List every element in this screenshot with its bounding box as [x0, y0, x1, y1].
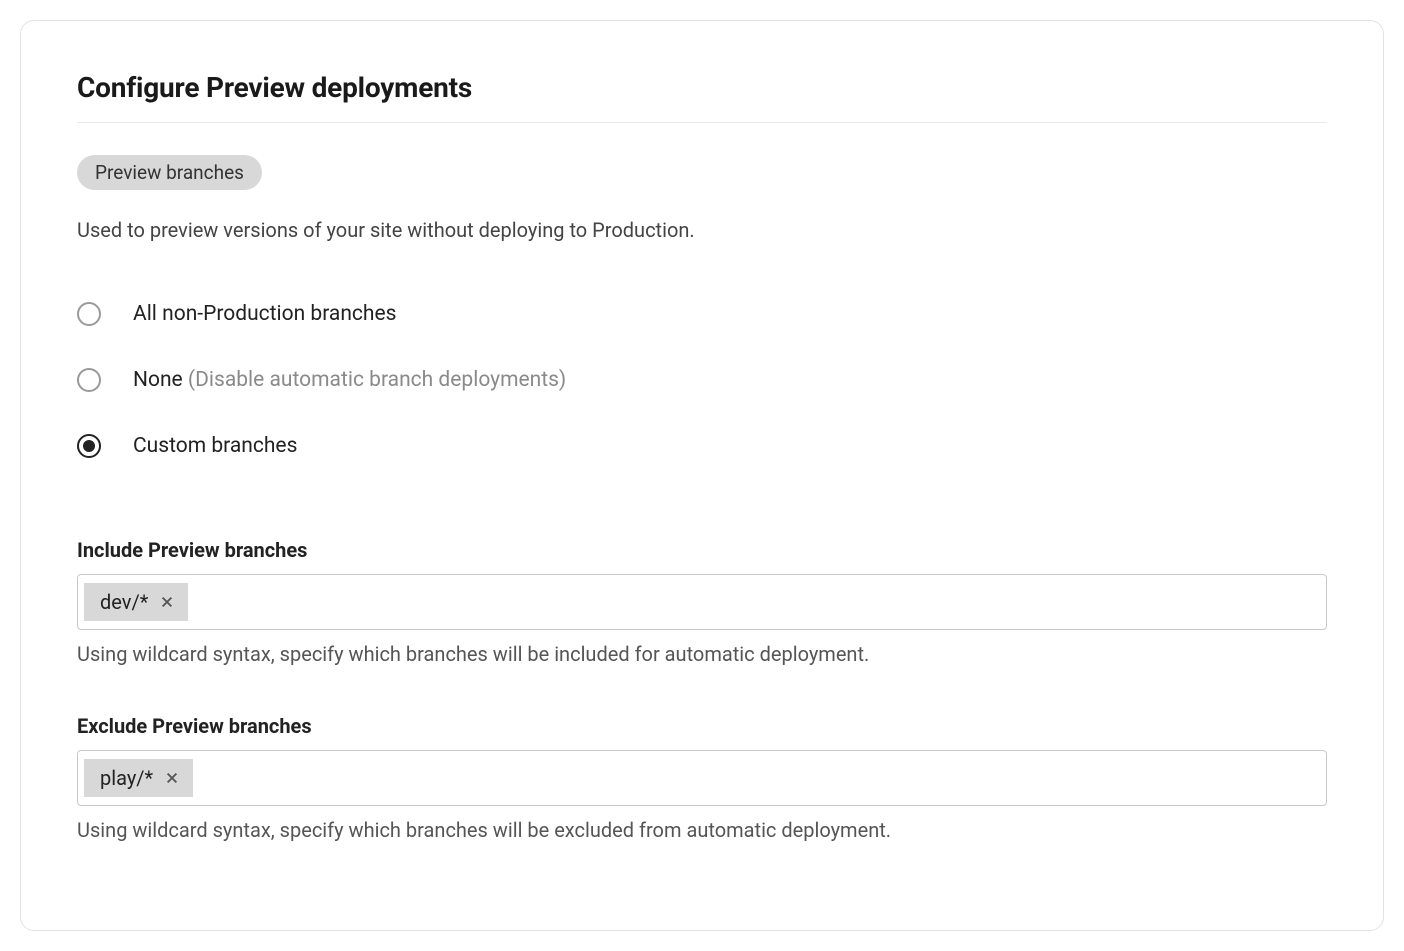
radio-icon	[77, 302, 101, 326]
include-tag: dev/*	[84, 583, 188, 621]
radio-all-non-prod[interactable]: All non-Production branches	[77, 302, 1327, 326]
radio-none-main: None	[133, 368, 183, 392]
radio-icon-checked	[77, 434, 101, 458]
include-label: Include Preview branches	[77, 538, 1327, 562]
page-title: Configure Preview deployments	[77, 71, 1327, 123]
exclude-section: Exclude Preview branches play/* Using wi…	[77, 714, 1327, 842]
include-text-input[interactable]	[196, 585, 1320, 620]
close-icon[interactable]	[163, 769, 181, 787]
include-tag-text: dev/*	[100, 590, 148, 614]
exclude-tag: play/*	[84, 759, 193, 797]
exclude-tag-input[interactable]: play/*	[77, 750, 1327, 806]
radio-label-all: All non-Production branches	[133, 302, 396, 326]
radio-custom-branches[interactable]: Custom branches	[77, 434, 1327, 458]
radio-label-custom: Custom branches	[133, 434, 297, 458]
radio-none-muted: (Disable automatic branch deployments)	[183, 368, 567, 392]
exclude-label: Exclude Preview branches	[77, 714, 1327, 738]
preview-desc: Used to preview versions of your site wi…	[77, 218, 1327, 242]
exclude-help: Using wildcard syntax, specify which bra…	[77, 818, 1327, 842]
preview-branches-pill: Preview branches	[77, 155, 262, 190]
radio-icon	[77, 368, 101, 392]
branches-radio-group: All non-Production branches None (Disabl…	[77, 302, 1327, 458]
exclude-tag-text: play/*	[100, 766, 153, 790]
exclude-text-input[interactable]	[201, 761, 1320, 796]
include-section: Include Preview branches dev/* Using wil…	[77, 538, 1327, 666]
include-help: Using wildcard syntax, specify which bra…	[77, 642, 1327, 666]
radio-none[interactable]: None (Disable automatic branch deploymen…	[77, 368, 1327, 392]
close-icon[interactable]	[158, 593, 176, 611]
config-card: Configure Preview deployments Preview br…	[20, 20, 1384, 931]
include-tag-input[interactable]: dev/*	[77, 574, 1327, 630]
radio-label-none: None (Disable automatic branch deploymen…	[133, 368, 566, 392]
